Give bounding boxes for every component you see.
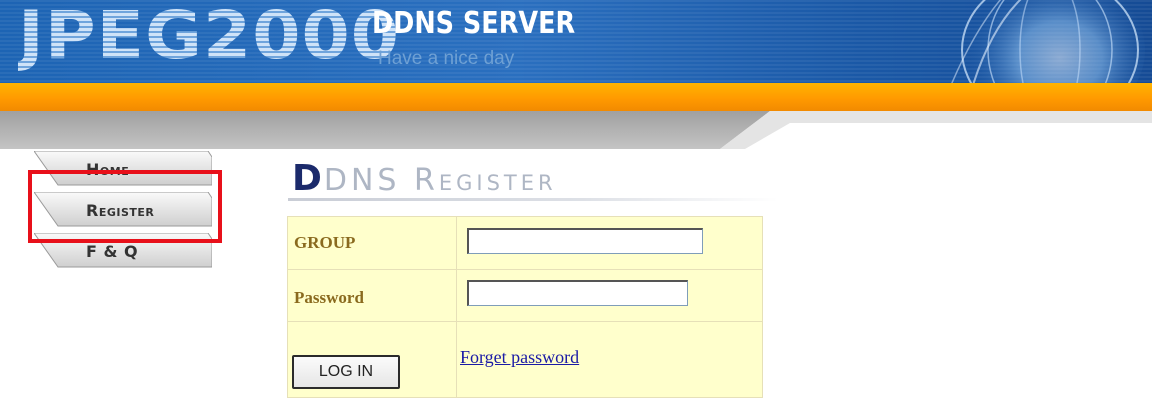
page-title-initial: D [292, 158, 324, 199]
tagline: Have a nice day [378, 48, 515, 69]
register-highlight-box [28, 170, 222, 243]
form-row-divider [288, 269, 762, 270]
logo-jpeg2000: JPEG2000 [18, 0, 401, 74]
header-banner: JPEG2000 DDNS SERVER Have a nice day [0, 0, 1152, 83]
title-underline [288, 198, 778, 201]
password-label: Password [294, 288, 364, 307]
login-form: GROUP Password LOG IN Forget password [287, 216, 763, 398]
password-input[interactable] [467, 280, 688, 306]
group-label: GROUP [294, 233, 356, 252]
page-title: DDNS Register [292, 158, 557, 199]
forget-password-link[interactable]: Forget password [460, 347, 579, 368]
form-row-divider [288, 321, 762, 322]
gray-band [0, 111, 1152, 149]
page-title-rest: DNS Register [323, 163, 557, 198]
login-button[interactable]: LOG IN [292, 355, 400, 389]
nav-faq-label: F & Q [86, 242, 139, 261]
form-divider [456, 217, 457, 397]
orange-bar [0, 83, 1152, 111]
server-title: DDNS SERVER [372, 6, 576, 41]
globe-decoration-icon [951, 0, 1145, 83]
group-input[interactable] [467, 228, 703, 254]
